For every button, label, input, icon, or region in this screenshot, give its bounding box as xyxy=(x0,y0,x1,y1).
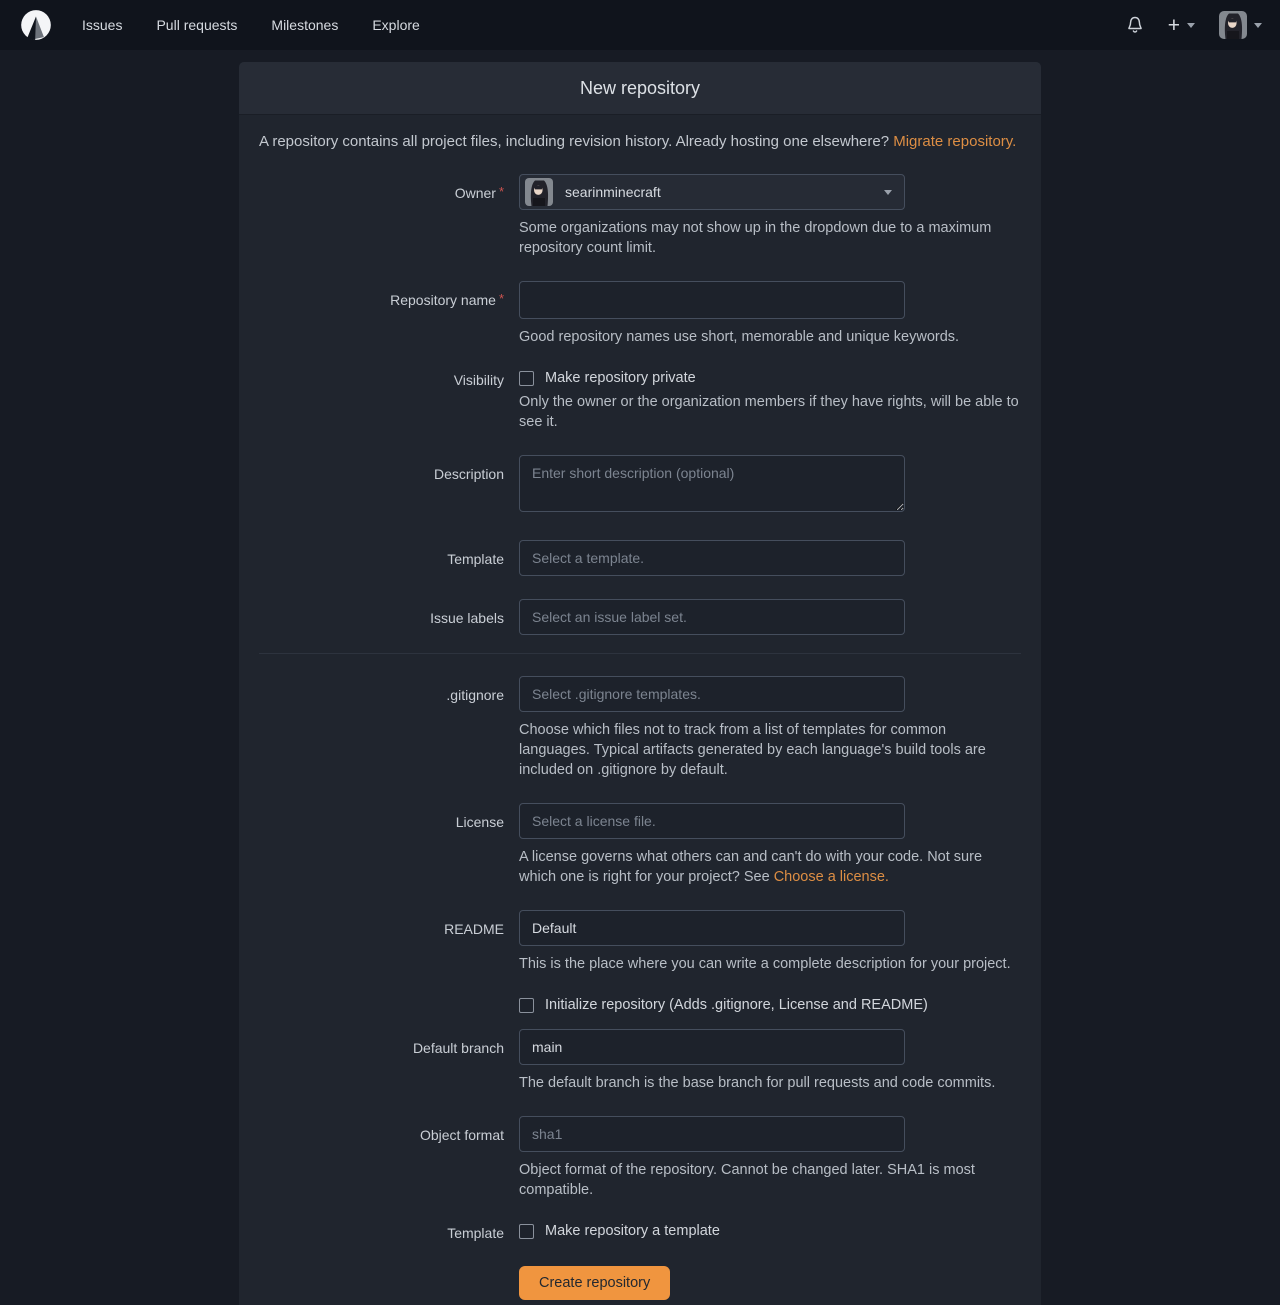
template-flag-label: Template xyxy=(259,1223,504,1242)
license-help: A license governs what others can and ca… xyxy=(519,847,1021,887)
visibility-label: Visibility xyxy=(259,370,504,432)
codeberg-mountain-logo-icon xyxy=(18,7,54,43)
initialize-label-spacer xyxy=(259,997,504,1013)
notifications-button[interactable] xyxy=(1126,15,1144,35)
gitignore-select[interactable]: Select .gitignore templates. xyxy=(519,676,905,712)
submit-label-spacer xyxy=(259,1265,504,1300)
required-asterisk: * xyxy=(499,291,504,306)
field-default-branch: Default branch The default branch is the… xyxy=(259,1029,1021,1093)
field-template-select: Template Select a template. xyxy=(259,540,1021,576)
template-select[interactable]: Select a template. xyxy=(519,540,905,576)
template-select-label: Template xyxy=(259,540,504,576)
panel-header: New repository xyxy=(239,62,1041,115)
gitignore-placeholder: Select .gitignore templates. xyxy=(532,686,701,702)
gitignore-help: Choose which files not to track from a l… xyxy=(519,720,1021,780)
repository-name-help: Good repository names use short, memorab… xyxy=(519,327,1021,347)
top-navbar: Issues Pull requests Milestones Explore … xyxy=(0,0,1280,50)
bell-icon xyxy=(1126,15,1144,35)
description-label: Description xyxy=(259,455,504,517)
private-checkbox[interactable] xyxy=(519,371,534,386)
owner-select[interactable]: searinminecraft xyxy=(519,174,905,210)
object-format-selected-value: sha1 xyxy=(532,1126,562,1142)
description-textarea[interactable] xyxy=(519,455,905,512)
field-visibility: Visibility Make repository private Only … xyxy=(259,370,1021,432)
plus-icon: + xyxy=(1168,15,1180,36)
nav-item-issues[interactable]: Issues xyxy=(82,17,122,33)
object-format-label: Object format xyxy=(259,1116,504,1200)
field-owner: Owner* searinminecraft xyxy=(259,174,1021,258)
field-gitignore: .gitignore Select .gitignore templates. … xyxy=(259,676,1021,780)
issue-labels-placeholder: Select an issue label set. xyxy=(532,609,687,625)
field-readme: README Default This is the place where y… xyxy=(259,910,1021,974)
intro-description: A repository contains all project files,… xyxy=(259,133,889,150)
readme-select[interactable]: Default xyxy=(519,910,905,946)
site-logo[interactable] xyxy=(18,7,54,43)
initialize-repository-checkbox[interactable] xyxy=(519,998,534,1013)
template-checkbox-label[interactable]: Make repository a template xyxy=(545,1223,720,1239)
section-divider xyxy=(259,653,1021,654)
chevron-down-icon xyxy=(884,190,892,195)
template-checkbox[interactable] xyxy=(519,1224,534,1239)
object-format-select[interactable]: sha1 xyxy=(519,1116,905,1152)
field-object-format: Object format sha1 Object format of the … xyxy=(259,1116,1021,1200)
intro-text: A repository contains all project files,… xyxy=(259,131,1021,152)
field-submit: Create repository xyxy=(259,1265,1021,1300)
required-asterisk: * xyxy=(499,184,504,199)
owner-help: Some organizations may not show up in th… xyxy=(519,218,1021,258)
navbar-right: + xyxy=(1126,11,1262,39)
nav-item-milestones[interactable]: Milestones xyxy=(271,17,338,33)
nav-item-explore[interactable]: Explore xyxy=(372,17,419,33)
owner-label: Owner* xyxy=(259,174,504,258)
field-template-flag: Template Make repository a template xyxy=(259,1223,1021,1242)
field-license: License Select a license file. A license… xyxy=(259,803,1021,887)
create-repository-button[interactable]: Create repository xyxy=(519,1266,670,1300)
object-format-help: Object format of the repository. Cannot … xyxy=(519,1160,1021,1200)
field-repository-name: Repository name* Good repository names u… xyxy=(259,281,1021,347)
new-repository-form: A repository contains all project files,… xyxy=(239,115,1041,1305)
default-branch-help: The default branch is the base branch fo… xyxy=(519,1073,1021,1093)
issue-labels-select[interactable]: Select an issue label set. xyxy=(519,599,905,635)
migrate-repository-link[interactable]: Migrate repository. xyxy=(893,133,1016,150)
initialize-repository-checkbox-label[interactable]: Initialize repository (Adds .gitignore, … xyxy=(545,997,928,1013)
page-title: New repository xyxy=(580,78,700,99)
license-label: License xyxy=(259,803,504,887)
readme-selected-value: Default xyxy=(532,920,576,936)
license-select[interactable]: Select a license file. xyxy=(519,803,905,839)
issue-labels-label: Issue labels xyxy=(259,599,504,635)
owner-selected-value: searinminecraft xyxy=(565,184,661,200)
nav-item-pull-requests[interactable]: Pull requests xyxy=(156,17,237,33)
license-placeholder: Select a license file. xyxy=(532,813,656,829)
template-select-placeholder: Select a template. xyxy=(532,550,644,566)
field-initialize: Initialize repository (Adds .gitignore, … xyxy=(259,997,1021,1013)
user-menu[interactable] xyxy=(1219,11,1262,39)
license-help-text: A license governs what others can and ca… xyxy=(519,849,982,885)
default-branch-input[interactable] xyxy=(519,1029,905,1065)
field-issue-labels: Issue labels Select an issue label set. xyxy=(259,599,1021,635)
default-branch-label: Default branch xyxy=(259,1029,504,1093)
choose-a-license-link[interactable]: Choose a license. xyxy=(774,869,889,885)
new-repository-panel: New repository A repository contains all… xyxy=(239,62,1041,1305)
readme-help: This is the place where you can write a … xyxy=(519,954,1021,974)
field-description: Description xyxy=(259,455,1021,517)
repository-name-input[interactable] xyxy=(519,281,905,319)
user-avatar xyxy=(1219,11,1247,39)
nav-links: Issues Pull requests Milestones Explore xyxy=(82,17,420,33)
owner-avatar xyxy=(525,178,553,206)
gitignore-label: .gitignore xyxy=(259,676,504,780)
private-checkbox-label[interactable]: Make repository private xyxy=(545,370,696,386)
repository-name-label: Repository name* xyxy=(259,281,504,347)
chevron-down-icon xyxy=(1187,23,1195,28)
readme-label: README xyxy=(259,910,504,974)
chevron-down-icon xyxy=(1254,23,1262,28)
visibility-help: Only the owner or the organization membe… xyxy=(519,392,1021,432)
create-new-menu[interactable]: + xyxy=(1168,15,1195,36)
